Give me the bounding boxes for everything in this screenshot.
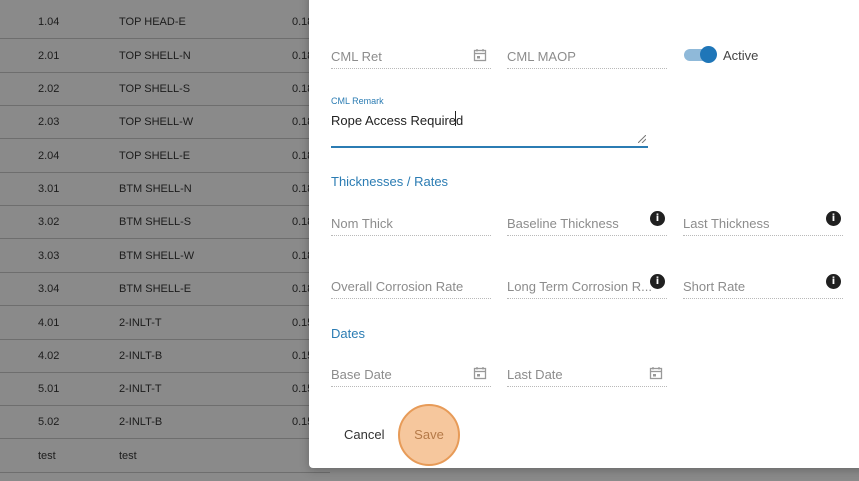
- row-name: 2-INLT-T: [119, 382, 162, 395]
- cml-remark-textarea[interactable]: Rope Access Required: [331, 108, 648, 148]
- cml-ret-label: CML Ret: [331, 49, 382, 64]
- row-id: 2.03: [38, 115, 60, 128]
- row-name: TOP SHELL-S: [119, 82, 191, 95]
- row-id: 5.01: [38, 382, 60, 395]
- table-row[interactable]: 3.03 BTM SHELL-W 0.18: [0, 239, 330, 273]
- table-row[interactable]: 4.02 2-INLT-B 0.15: [0, 339, 330, 373]
- row-id: 4.02: [38, 349, 60, 362]
- baseline-thickness-field[interactable]: Baseline Thickness i: [507, 209, 667, 236]
- table-row[interactable]: 2.03 TOP SHELL-W 0.18: [0, 105, 330, 139]
- active-toggle[interactable]: [684, 46, 718, 63]
- last-thickness-label: Last Thickness: [683, 216, 770, 231]
- row-id: 1.04: [38, 15, 60, 28]
- info-icon[interactable]: i: [826, 211, 841, 226]
- row-id: 3.02: [38, 215, 60, 228]
- table-row[interactable]: 2.01 TOP SHELL-N 0.18: [0, 39, 330, 73]
- last-date-label: Last Date: [507, 367, 563, 382]
- row-id: 2.02: [38, 82, 60, 95]
- calendar-icon[interactable]: [649, 366, 663, 380]
- save-button[interactable]: Save: [398, 404, 460, 466]
- row-id: 5.02: [38, 415, 60, 428]
- toggle-knob: [700, 46, 717, 63]
- active-label: Active: [723, 48, 759, 63]
- cml-ret-field[interactable]: CML Ret: [331, 42, 491, 69]
- row-id: test: [38, 449, 56, 462]
- edit-cml-dialog: CML Ret CML MAOP Active CML Remark Rope …: [309, 0, 859, 468]
- table-row[interactable]: 1.04 TOP HEAD-E 0.18: [0, 5, 330, 39]
- cml-remark-value: Rope Access Required: [331, 113, 464, 128]
- long-term-corrosion-rate-field[interactable]: Long Term Corrosion R... i: [507, 272, 667, 299]
- info-icon[interactable]: i: [650, 274, 665, 289]
- base-date-field[interactable]: Base Date: [331, 360, 491, 387]
- row-name: TOP SHELL-W: [119, 115, 194, 128]
- row-id: 3.01: [38, 182, 60, 195]
- table-row[interactable]: test test: [0, 439, 330, 473]
- overall-corrosion-rate-field[interactable]: Overall Corrosion Rate: [331, 272, 491, 299]
- table-row[interactable]: 3.04 BTM SHELL-E 0.18: [0, 272, 330, 306]
- cancel-button[interactable]: Cancel: [344, 427, 384, 442]
- row-name: BTM SHELL-N: [119, 182, 192, 195]
- cml-remark-label: CML Remark: [331, 96, 384, 106]
- row-id: 3.03: [38, 249, 60, 262]
- section-thicknesses-rates: Thicknesses / Rates: [331, 174, 449, 189]
- table-row[interactable]: 2.02 TOP SHELL-S 0.18: [0, 72, 330, 106]
- row-name: BTM SHELL-E: [119, 282, 192, 295]
- info-icon[interactable]: i: [650, 211, 665, 226]
- row-id: 4.01: [38, 316, 60, 329]
- overall-corrosion-rate-label: Overall Corrosion Rate: [331, 279, 464, 294]
- row-name: TOP SHELL-E: [119, 149, 191, 162]
- section-dates: Dates: [331, 326, 365, 341]
- row-name: 2-INLT-B: [119, 349, 163, 362]
- calendar-icon[interactable]: [473, 48, 487, 62]
- cml-maop-label: CML MAOP: [507, 49, 576, 64]
- nom-thick-label: Nom Thick: [331, 216, 393, 231]
- resize-handle-icon[interactable]: [638, 135, 646, 143]
- row-name: 2-INLT-B: [119, 415, 163, 428]
- row-id: 2.04: [38, 149, 60, 162]
- table-row[interactable]: 4.01 2-INLT-T 0.15: [0, 306, 330, 340]
- baseline-thickness-label: Baseline Thickness: [507, 216, 619, 231]
- row-id: 2.01: [38, 49, 60, 62]
- nom-thick-field[interactable]: Nom Thick: [331, 209, 491, 236]
- info-icon[interactable]: i: [826, 274, 841, 289]
- base-date-label: Base Date: [331, 367, 392, 382]
- table-row[interactable]: 3.01 BTM SHELL-N 0.18: [0, 172, 330, 206]
- long-term-corrosion-rate-label: Long Term Corrosion R...: [507, 279, 652, 294]
- table-row[interactable]: 5.01 2-INLT-T 0.15: [0, 372, 330, 406]
- calendar-icon[interactable]: [473, 366, 487, 380]
- row-name: TOP SHELL-N: [119, 49, 191, 62]
- row-name: test: [119, 449, 137, 462]
- text-caret: [455, 111, 456, 126]
- row-name: 2-INLT-T: [119, 316, 162, 329]
- short-rate-field[interactable]: Short Rate i: [683, 272, 843, 299]
- row-name: BTM SHELL-S: [119, 215, 192, 228]
- row-name: BTM SHELL-W: [119, 249, 195, 262]
- table-row[interactable]: 3.02 BTM SHELL-S 0.18: [0, 205, 330, 239]
- cml-maop-field[interactable]: CML MAOP: [507, 42, 667, 69]
- table-row[interactable]: 5.02 2-INLT-B 0.15: [0, 405, 330, 439]
- row-id: 3.04: [38, 282, 60, 295]
- last-date-field[interactable]: Last Date: [507, 360, 667, 387]
- row-name: TOP HEAD-E: [119, 15, 186, 28]
- short-rate-label: Short Rate: [683, 279, 746, 294]
- last-thickness-field[interactable]: Last Thickness i: [683, 209, 843, 236]
- table-row[interactable]: 2.04 TOP SHELL-E 0.18: [0, 139, 330, 173]
